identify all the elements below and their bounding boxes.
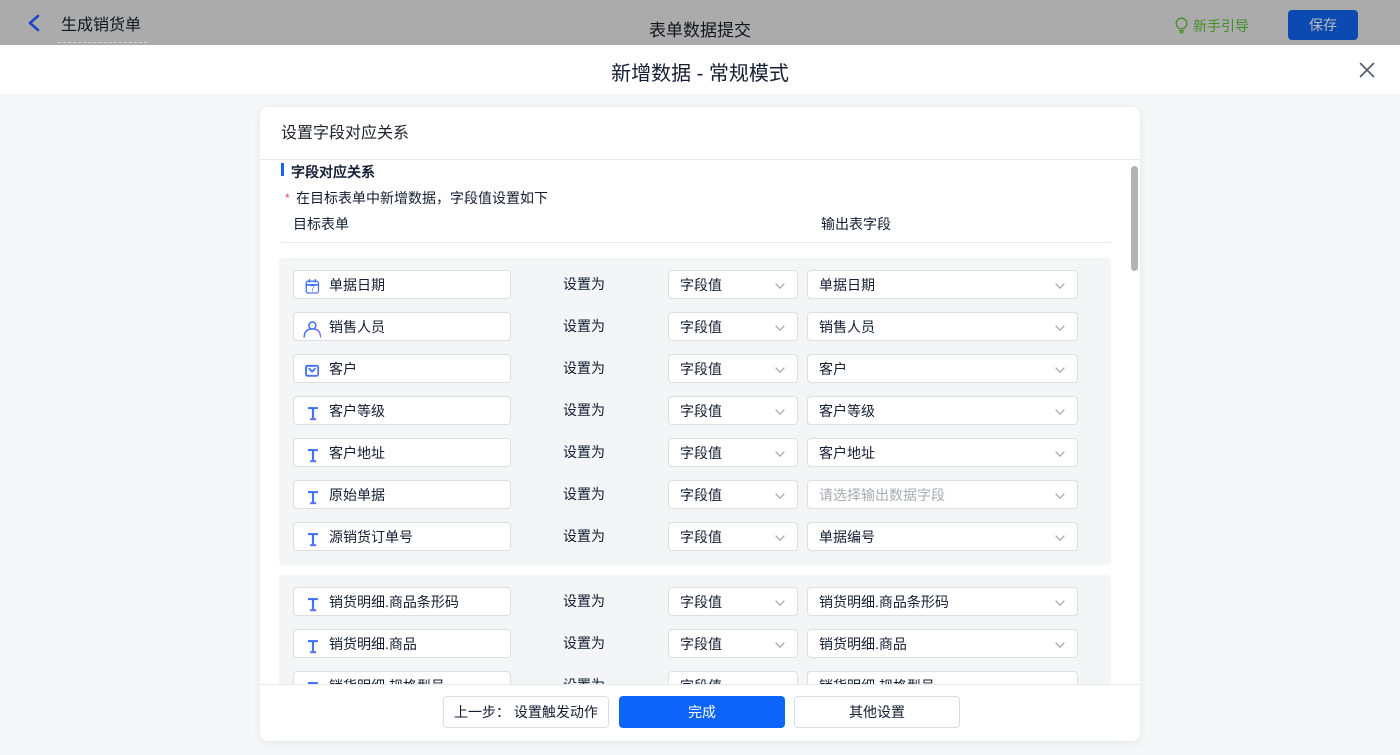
svg-text:7: 7	[310, 284, 315, 293]
